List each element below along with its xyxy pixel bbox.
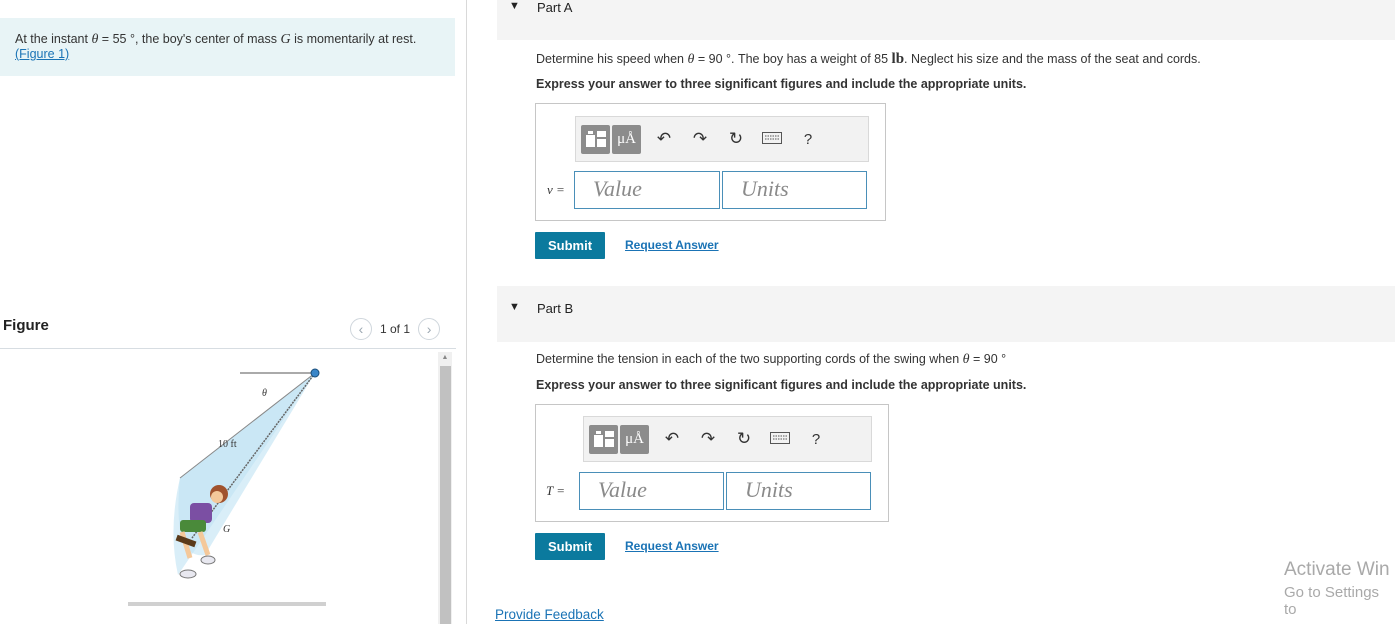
templates-icon[interactable] xyxy=(581,124,610,154)
activation-watermark-subtitle: Go to Settings to xyxy=(1284,584,1380,618)
chevron-left-icon[interactable]: ‹ xyxy=(350,318,372,340)
part-a-variable-label: v = xyxy=(547,182,565,197)
part-a-label: Part A xyxy=(537,0,573,15)
part-a-question: Determine his speed when θ = 90 °. The b… xyxy=(536,51,1201,67)
part-b-request-answer-link[interactable]: Request Answer xyxy=(625,539,719,553)
part-b-value-input[interactable]: Value xyxy=(579,472,724,510)
problem-statement: At the instant θ = 55 °, the boy's cente… xyxy=(0,18,455,76)
collapse-triangle-icon: ▼ xyxy=(509,301,520,313)
part-a-value-input[interactable]: Value xyxy=(574,171,720,209)
templates-icon[interactable] xyxy=(589,424,618,454)
figure-title: Figure xyxy=(3,317,49,334)
figure-pager: ‹ 1 of 1 › xyxy=(350,318,441,340)
part-b-label: Part B xyxy=(537,301,574,316)
part-b-units-input[interactable]: Units xyxy=(726,472,871,510)
keyboard-icon[interactable] xyxy=(759,129,785,149)
part-a-units-input[interactable]: Units xyxy=(722,171,867,209)
undo-icon[interactable]: ↶ xyxy=(659,429,685,449)
provide-feedback-link[interactable]: Provide Feedback xyxy=(495,607,604,622)
part-b-toolbar: μÅ ↶ ↷ ↻ ? xyxy=(583,416,872,462)
units-button[interactable]: μÅ xyxy=(612,124,641,154)
part-a-submit-button[interactable]: Submit xyxy=(535,232,605,259)
redo-icon[interactable]: ↷ xyxy=(695,429,721,449)
part-b-header[interactable]: ▼ Part B xyxy=(497,286,1395,342)
theta-label: θ xyxy=(262,388,267,399)
part-b-submit-button[interactable]: Submit xyxy=(535,533,605,560)
reset-icon[interactable]: ↻ xyxy=(731,429,757,449)
units-button[interactable]: μÅ xyxy=(620,424,649,454)
length-label: 10 ft xyxy=(218,439,237,450)
figure-link[interactable]: (Figure 1) xyxy=(15,47,69,61)
part-a-toolbar: μÅ ↶ ↷ ↻ ? xyxy=(575,116,869,162)
scroll-up-icon[interactable]: ▲ xyxy=(438,352,452,364)
scrollbar-thumb[interactable] xyxy=(440,366,451,624)
pager-label: 1 of 1 xyxy=(380,322,411,336)
part-a-request-answer-link[interactable]: Request Answer xyxy=(625,238,719,252)
ground xyxy=(128,602,326,606)
redo-icon[interactable]: ↷ xyxy=(687,129,713,149)
part-b-variable-label: T = xyxy=(546,483,566,498)
center-label: G xyxy=(223,524,230,535)
figure-image: θ 10 ft G xyxy=(128,368,326,606)
undo-icon[interactable]: ↶ xyxy=(651,129,677,149)
reset-icon[interactable]: ↻ xyxy=(723,129,749,149)
part-b-question: Determine the tension in each of the two… xyxy=(536,352,1007,367)
keyboard-icon[interactable] xyxy=(767,429,793,449)
figure-divider xyxy=(0,348,456,349)
help-icon[interactable]: ? xyxy=(795,131,821,148)
collapse-triangle-icon: ▼ xyxy=(509,0,520,12)
part-a-header[interactable]: ▼ Part A xyxy=(497,0,1395,40)
column-divider xyxy=(466,0,467,624)
chevron-right-icon[interactable]: › xyxy=(418,318,441,340)
part-a-instruction: Express your answer to three significant… xyxy=(536,77,1027,91)
help-icon[interactable]: ? xyxy=(803,431,829,448)
activation-watermark-title: Activate Win xyxy=(1284,559,1390,580)
part-b-instruction: Express your answer to three significant… xyxy=(536,378,1027,392)
pivot-point xyxy=(310,368,320,378)
